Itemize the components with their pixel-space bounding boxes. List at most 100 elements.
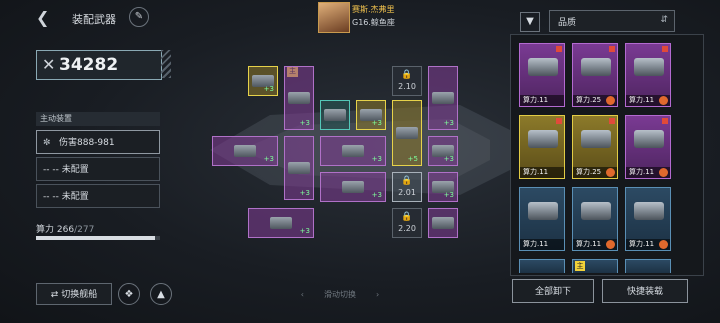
inventory-card[interactable]: 算力.11 <box>625 43 671 107</box>
grid-cell[interactable] <box>320 100 350 130</box>
card-label: 算力.11 <box>520 239 564 250</box>
filter-icon[interactable]: ▼ <box>520 12 540 32</box>
inventory-card[interactable]: 算力.25 <box>572 115 618 179</box>
new-marker <box>662 46 668 52</box>
active-slot-3[interactable]: -- -- 未配置 <box>36 184 160 208</box>
inventory-card[interactable]: 算力.11 <box>519 115 565 179</box>
main-badge: 主 <box>575 261 585 271</box>
weapon-icon <box>581 58 611 76</box>
gear-icon <box>606 240 615 249</box>
weapon-icon <box>528 202 558 220</box>
card-label: 算力.11 <box>520 167 564 178</box>
inventory-card[interactable]: 算力.11 <box>625 115 671 179</box>
quick-equip-button[interactable]: 快捷装载 <box>602 279 688 303</box>
lock-icon: 🔒 <box>401 176 413 186</box>
ship-info: G16.鲸鱼座 <box>352 18 395 27</box>
page-title: 装配武器 <box>72 13 116 26</box>
pilot-portrait[interactable] <box>318 2 350 33</box>
weapon-icon <box>432 92 454 104</box>
swipe-hint-label: 滑动切换 <box>324 290 356 299</box>
weapon-icon <box>270 217 292 229</box>
back-arrow-icon[interactable]: ❮ <box>36 8 49 27</box>
upgrade-badge: +3 <box>263 155 274 163</box>
inventory-card[interactable]: 算力.11 <box>625 187 671 251</box>
sort-label: 品质 <box>558 18 577 28</box>
switch-ship-label: 切换舰船 <box>61 290 98 300</box>
grid-cell[interactable]: +3 <box>428 66 458 130</box>
active-slot-2-label: -- -- 未配置 <box>43 165 89 175</box>
new-marker <box>556 46 562 52</box>
chevron-right-icon[interactable]: › <box>376 290 379 299</box>
gear-icon <box>606 96 615 105</box>
pilot-name: 赛斯.杰弗里 <box>352 5 395 14</box>
weapon-icon <box>528 58 558 76</box>
upgrade-badge: +3 <box>443 155 454 163</box>
gear-icon <box>606 168 615 177</box>
inventory-card-partial[interactable]: 主 <box>572 259 618 273</box>
weapon-icon <box>288 162 310 174</box>
upgrade-badge: +3 <box>263 85 274 93</box>
gear-icon <box>659 168 668 177</box>
gear-icon <box>659 240 668 249</box>
new-marker <box>609 118 615 124</box>
weapon-icon <box>634 130 664 148</box>
grid-cell[interactable]: +3 <box>248 208 314 238</box>
compute-current: 266 <box>56 225 75 235</box>
weapon-icon <box>581 130 611 148</box>
card-label: 算力.11 <box>520 95 564 106</box>
compute-meter-label: 算力 266/277 <box>36 222 94 235</box>
chevron-left-icon[interactable]: ‹ <box>301 290 304 299</box>
locked-cell[interactable]: 🔒 2.10 <box>392 66 422 96</box>
new-marker <box>662 118 668 124</box>
new-marker <box>556 118 562 124</box>
inventory-card-partial[interactable] <box>519 259 565 273</box>
upgrade-badge: +3 <box>371 119 382 127</box>
swipe-hint: ‹ 滑动切换 › <box>240 289 440 300</box>
unload-all-button[interactable]: 全部卸下 <box>512 279 594 303</box>
compute-meter-fill <box>36 236 156 240</box>
emblem-icon[interactable]: ❖ <box>118 283 140 305</box>
grid-cell[interactable] <box>428 208 458 238</box>
grid-cell[interactable]: +3 <box>320 136 386 166</box>
lock-icon: 🔒 <box>401 70 413 80</box>
switch-ship-button[interactable]: ⇄ 切换舰船 <box>36 283 112 305</box>
grid-cell[interactable]: +3 <box>428 172 458 202</box>
grid-cell[interactable]: +5 <box>392 100 422 166</box>
active-slot-1[interactable]: ✼ 伤害888-981 <box>36 130 160 154</box>
inventory-card[interactable]: 算力.11 <box>519 187 565 251</box>
upgrade-badge: +3 <box>299 189 310 197</box>
ship-icon[interactable]: ▲ <box>150 283 172 305</box>
upgrade-badge: +3 <box>299 119 310 127</box>
gear-icon <box>659 96 668 105</box>
inventory-card[interactable]: 算力.11 <box>519 43 565 107</box>
active-slot-2[interactable]: -- -- 未配置 <box>36 157 160 181</box>
grid-cell[interactable]: +3 <box>212 136 278 166</box>
compute-meter <box>36 236 160 240</box>
sort-order-icon[interactable]: ⇵ <box>660 15 668 25</box>
locked-cell[interactable]: 🔒 2.20 <box>392 208 422 238</box>
grid-cell[interactable]: +3 <box>248 66 278 96</box>
sort-dropdown[interactable]: 品质 ⇵ <box>549 10 675 32</box>
grid-cell[interactable]: +3 <box>320 172 386 202</box>
locked-cell[interactable]: 🔒 2.01 <box>392 172 422 202</box>
edit-icon[interactable]: ✎ <box>129 7 149 27</box>
weapon-icon <box>581 202 611 220</box>
active-slot-1-label: 伤害888-981 <box>59 138 115 148</box>
inventory-card[interactable]: 算力.11 <box>572 187 618 251</box>
inventory-card[interactable]: 算力.25 <box>572 43 618 107</box>
upgrade-badge: +3 <box>371 191 382 199</box>
lock-value: 2.01 <box>398 188 416 197</box>
weapon-icon <box>324 109 346 121</box>
lock-value: 2.20 <box>398 224 416 233</box>
combat-power: ✕ 34282 <box>36 50 162 80</box>
weapon-icon <box>634 58 664 76</box>
grid-cell[interactable]: +3 <box>428 136 458 166</box>
grid-cell[interactable]: +3 <box>284 66 314 130</box>
upgrade-badge: +5 <box>407 155 418 163</box>
lock-icon: 🔒 <box>401 212 413 222</box>
inventory-card-partial[interactable] <box>625 259 671 273</box>
new-marker <box>609 46 615 52</box>
grid-cell[interactable]: +3 <box>284 136 314 200</box>
inventory-panel: 算力.11 算力.25 算力.11 算力.11 算力.25 算力.11 算力.1… <box>510 34 704 276</box>
grid-cell[interactable]: +3 <box>356 100 386 130</box>
